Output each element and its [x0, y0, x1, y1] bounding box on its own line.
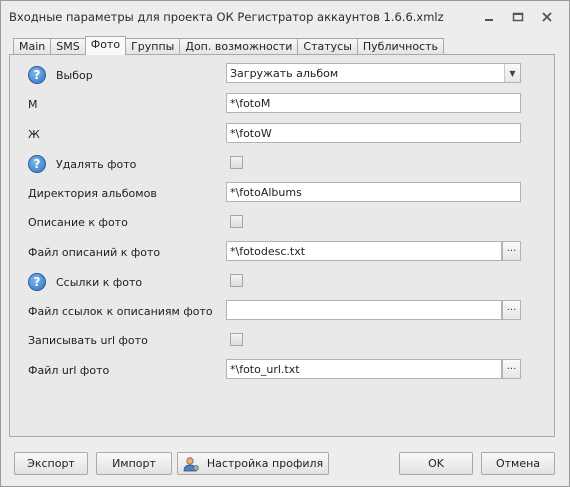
desc-file-label: Файл описаний к фото — [28, 246, 161, 259]
tab-groups[interactable]: Группы — [125, 38, 181, 55]
tab-statuses[interactable]: Статусы — [297, 38, 358, 55]
albums-dir-input[interactable]: *\fotoAlbums — [226, 182, 521, 202]
chevron-down-icon[interactable]: ▼ — [504, 64, 520, 82]
user-profile-icon — [183, 456, 199, 472]
delete-photo-checkbox[interactable] — [230, 156, 243, 169]
m-input[interactable]: *\fotoM — [226, 93, 521, 113]
export-label: Экспорт — [27, 457, 75, 470]
photo-desc-checkbox[interactable] — [230, 215, 243, 228]
tab-bar: Main SMS Фото Группы Доп. возможности Ст… — [13, 36, 444, 55]
help-icon[interactable]: ? — [28, 66, 46, 84]
photo-links-checkbox[interactable] — [230, 274, 243, 287]
tab-foto[interactable]: Фото — [84, 36, 127, 55]
maximize-button[interactable] — [506, 8, 530, 26]
maximize-icon — [512, 12, 524, 22]
desc-file-input[interactable]: *\fotodesc.txt — [226, 241, 502, 261]
tab-panel-foto: ? Выбор Загружать альбом ▼ М *\fotoM Ж *… — [9, 54, 555, 437]
close-button[interactable] — [535, 8, 559, 26]
ok-button[interactable]: OK — [399, 452, 473, 475]
import-button[interactable]: Импорт — [96, 452, 172, 475]
zh-label: Ж — [28, 128, 40, 141]
tab-main[interactable]: Main — [13, 38, 52, 55]
desc-file-browse-button[interactable]: ··· — [502, 241, 521, 261]
ok-label: OK — [428, 457, 444, 470]
links-file-input[interactable] — [226, 300, 502, 320]
title-bar: Входные параметры для проекта ОК Регистр… — [1, 1, 569, 31]
help-icon[interactable]: ? — [28, 273, 46, 291]
write-url-checkbox[interactable] — [230, 333, 243, 346]
delete-photo-label: Удалять фото — [56, 158, 137, 171]
albums-dir-label: Директория альбомов — [28, 187, 157, 200]
vybor-value: Загружать альбом — [230, 67, 339, 80]
tab-publicity[interactable]: Публичность — [356, 38, 444, 55]
import-label: Импорт — [112, 457, 156, 470]
links-file-browse-button[interactable]: ··· — [502, 300, 521, 320]
url-file-browse-button[interactable]: ··· — [502, 359, 521, 379]
profile-settings-button[interactable]: Настройка профиля — [177, 452, 329, 475]
cancel-label: Отмена — [495, 457, 541, 470]
zh-input[interactable]: *\fotoW — [226, 123, 521, 143]
photo-desc-label: Описание к фото — [28, 216, 128, 229]
minimize-icon — [485, 19, 493, 21]
tab-extra[interactable]: Доп. возможности — [179, 38, 299, 55]
url-file-input[interactable]: *\foto_url.txt — [226, 359, 502, 379]
window-title: Входные параметры для проекта ОК Регистр… — [9, 10, 444, 24]
dialog-window: Входные параметры для проекта ОК Регистр… — [0, 0, 570, 487]
tab-sms[interactable]: SMS — [50, 38, 86, 55]
photo-links-label: Ссылки к фото — [56, 276, 143, 289]
profile-settings-label: Настройка профиля — [206, 457, 324, 470]
cancel-button[interactable]: Отмена — [481, 452, 555, 475]
m-label: М — [28, 98, 38, 111]
minimize-button[interactable] — [477, 8, 501, 26]
vybor-select[interactable]: Загружать альбом ▼ — [226, 63, 521, 83]
links-file-label: Файл ссылок к описаниям фото — [28, 305, 213, 318]
url-file-label: Файл url фото — [28, 364, 110, 377]
export-button[interactable]: Экспорт — [14, 452, 88, 475]
vybor-label: Выбор — [56, 69, 93, 82]
write-url-label: Записывать url фото — [28, 334, 148, 347]
close-icon — [542, 12, 552, 22]
help-icon[interactable]: ? — [28, 155, 46, 173]
